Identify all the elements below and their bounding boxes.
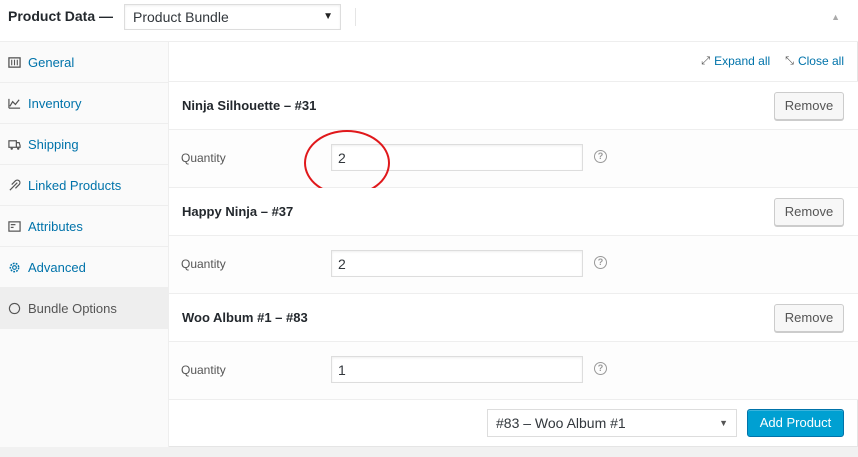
tab-label: Shipping (28, 136, 79, 152)
bundle-item-header[interactable]: Woo Album #1 – #83 Remove (169, 294, 858, 342)
bundle-toolbar: ⤢ Expand all ⤡ Close all (169, 42, 858, 82)
annotation-circle (304, 130, 390, 196)
bundle-item-title: Happy Ninja – #37 (182, 204, 294, 219)
tab-bundle-options[interactable]: Bundle Options (0, 288, 168, 329)
add-product-button[interactable]: Add Product (747, 409, 844, 437)
tab-label: Bundle Options (28, 300, 117, 316)
header-divider (355, 8, 356, 26)
dropdown-arrow-icon: ▼ (323, 11, 333, 22)
remove-button[interactable]: Remove (774, 304, 844, 332)
inventory-icon (7, 96, 21, 110)
help-icon[interactable]: ? (594, 150, 607, 163)
bundle-item-title: Ninja Silhouette – #31 (182, 98, 317, 113)
product-type-value: Product Bundle (133, 9, 229, 25)
remove-button[interactable]: Remove (774, 198, 844, 226)
expand-icon: ⤢ (701, 54, 711, 67)
tab-label: Inventory (28, 95, 82, 111)
bundle-item-body: Quantity 2 ? (169, 130, 858, 196)
gear-icon (7, 260, 21, 274)
bundle-item-title: Woo Album #1 – #83 (182, 310, 308, 325)
tab-shipping[interactable]: Shipping (0, 124, 168, 165)
bundle-icon (7, 301, 21, 315)
general-icon (7, 55, 21, 69)
collapse-icon: ⤡ (785, 54, 794, 67)
product-data-panel: Product Data — Product Bundle ▼ ▲ Genera… (0, 0, 858, 447)
bundle-item-header[interactable]: Ninja Silhouette – #31 Remove (169, 82, 858, 130)
tab-label: Attributes (28, 218, 83, 234)
bundle-options-content: ⤢ Expand all ⤡ Close all Ninja Silhouett… (169, 42, 858, 447)
expand-all-label: Expand all (714, 54, 771, 68)
tab-general[interactable]: General (0, 42, 168, 83)
link-icon (7, 178, 21, 192)
quantity-input[interactable]: 1 (331, 356, 583, 383)
add-product-footer: #83 – Woo Album #1 ▼ Add Product (169, 400, 858, 447)
expand-all-link[interactable]: ⤢ Expand all (701, 54, 770, 68)
quantity-label: Quantity (181, 363, 226, 377)
selected-product: #83 – Woo Album #1 (496, 415, 626, 431)
tab-attributes[interactable]: Attributes (0, 206, 168, 247)
tab-label: General (28, 54, 75, 70)
help-icon[interactable]: ? (594, 362, 607, 375)
bundle-item-body: Quantity 1 ? (169, 342, 858, 400)
collapse-panel-icon[interactable]: ▲ (831, 12, 840, 22)
quantity-input[interactable]: 2 (331, 250, 583, 277)
product-type-select[interactable]: Product Bundle ▼ (124, 4, 341, 30)
tab-linked-products[interactable]: Linked Products (0, 165, 168, 206)
product-search-select[interactable]: #83 – Woo Album #1 ▼ (487, 409, 737, 437)
close-all-label: Close all (797, 54, 844, 68)
tab-label: Advanced (28, 259, 86, 275)
close-all-link[interactable]: ⤡ Close all (785, 54, 844, 68)
attributes-icon (7, 219, 21, 233)
panel-title: Product Data — (8, 8, 114, 24)
quantity-label: Quantity (181, 151, 226, 165)
dropdown-arrow-icon: ▼ (719, 418, 728, 428)
bundle-item-header[interactable]: Happy Ninja – #37 Remove (169, 188, 858, 236)
product-data-tabs: General Inventory Shipping Linked Produc… (0, 42, 169, 447)
tab-inventory[interactable]: Inventory (0, 83, 168, 124)
tab-label: Linked Products (28, 177, 122, 193)
shipping-icon (7, 137, 21, 151)
tab-advanced[interactable]: Advanced (0, 247, 168, 288)
quantity-label: Quantity (181, 257, 226, 271)
remove-button[interactable]: Remove (774, 92, 844, 120)
bundle-item-body: Quantity 2 ? (169, 236, 858, 294)
panel-header: Product Data — Product Bundle ▼ ▲ (0, 0, 858, 42)
help-icon[interactable]: ? (594, 256, 607, 269)
